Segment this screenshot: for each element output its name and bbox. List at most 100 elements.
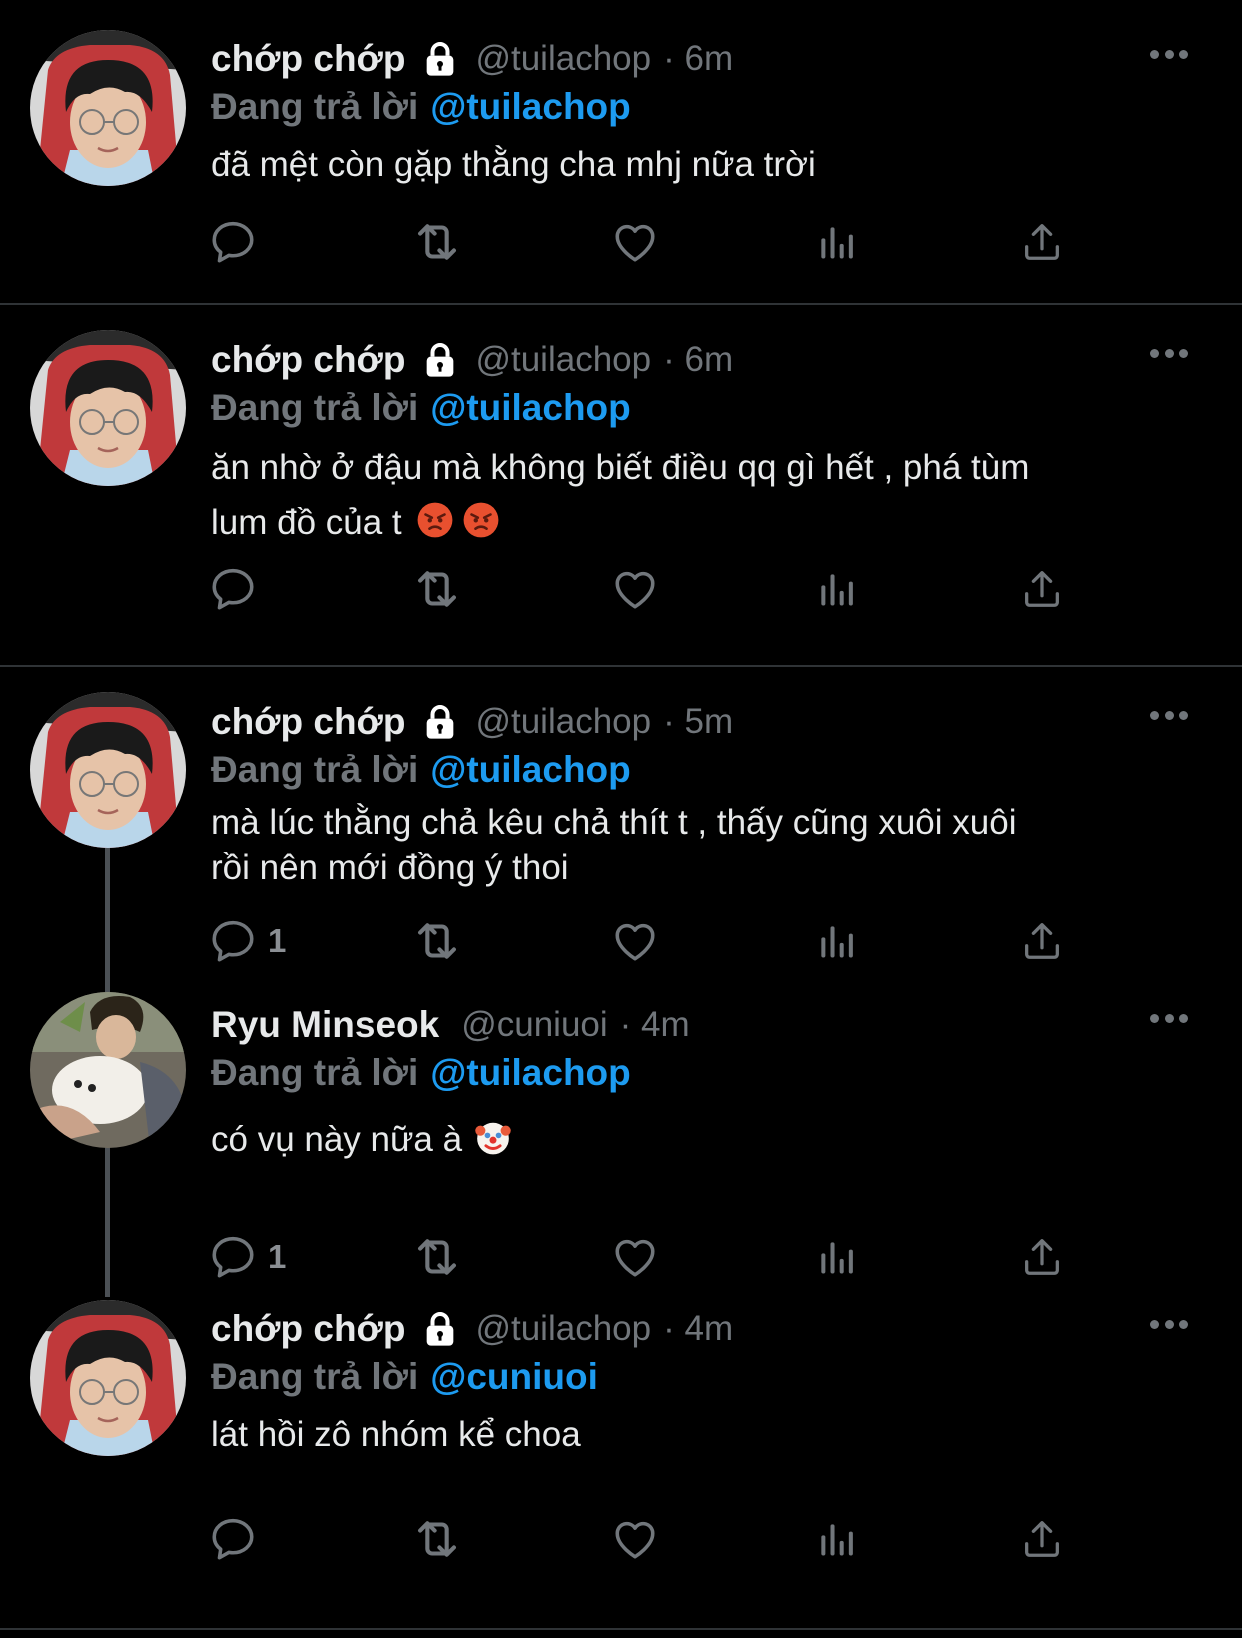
avatar[interactable] (30, 30, 186, 186)
timestamp[interactable]: · 4m (663, 1309, 733, 1349)
timestamp[interactable]: · 4m (620, 1005, 690, 1045)
angry-face-icon (416, 501, 454, 539)
display-name[interactable]: chớp chớp (211, 1308, 405, 1350)
tweet-text-line: rồi nên mới đồng ý thoi (211, 848, 569, 887)
tweet[interactable]: chớp chớp @tuilachop · 5m Đang trả lời @… (0, 667, 1242, 987)
reply-icon (208, 1232, 258, 1282)
tweet[interactable]: chớp chớp @tuilachop · 6m Đang trả lời @… (0, 305, 1242, 635)
reply-button[interactable] (208, 562, 258, 616)
reply-button[interactable]: 1 (208, 914, 286, 968)
more-options-icon[interactable] (1150, 1012, 1188, 1024)
tweet-text-line: mà lúc thằng chả kêu chả thít t , thấy c… (211, 803, 1017, 842)
display-name[interactable]: chớp chớp (211, 38, 405, 80)
replying-label: Đang trả lời (211, 1356, 419, 1397)
analytics-button[interactable] (814, 562, 858, 616)
like-icon (610, 564, 660, 614)
tweet-text: mà lúc thằng chả kêu chả thít t , thấy c… (211, 800, 1171, 890)
reply-mention-link[interactable]: @tuilachop (430, 1052, 631, 1094)
display-name[interactable]: chớp chớp (211, 701, 405, 743)
retweet-icon (408, 213, 466, 271)
reply-icon (208, 564, 258, 614)
reply-count: 1 (268, 1238, 287, 1275)
share-button[interactable] (1019, 562, 1065, 616)
user-handle[interactable]: @cuniuoi (461, 1005, 607, 1045)
timestamp[interactable]: · 5m (663, 702, 733, 742)
more-options-icon[interactable] (1150, 709, 1188, 721)
retweet-icon (408, 1228, 466, 1286)
reply-button[interactable] (208, 215, 258, 269)
clown-face-icon (474, 1118, 512, 1156)
tweet-text-segment: lum đồ của t (211, 503, 402, 542)
share-icon (1019, 1234, 1065, 1280)
reply-button[interactable] (208, 1512, 258, 1566)
retweet-button[interactable] (408, 914, 466, 968)
reply-mention-link[interactable]: @tuilachop (430, 86, 631, 128)
more-options-icon[interactable] (1150, 1318, 1188, 1330)
reply-mention-link[interactable]: @tuilachop (430, 749, 631, 791)
tweet[interactable]: Ryu Minseok @cuniuoi · 4m Đang trả lời @… (0, 992, 1242, 1292)
reply-mention-link[interactable]: @cuniuoi (430, 1356, 598, 1398)
like-icon (610, 916, 660, 966)
avatar[interactable] (30, 1300, 186, 1456)
analytics-button[interactable] (814, 1512, 858, 1566)
tweet-text: có vụ này nữa à (211, 1112, 1171, 1167)
user-handle[interactable]: @tuilachop (475, 340, 651, 380)
reply-button[interactable]: 1 (208, 1230, 286, 1284)
retweet-icon (408, 912, 466, 970)
tweet[interactable]: chớp chớp @tuilachop · 6m Đang trả lời @… (0, 0, 1242, 292)
user-handle[interactable]: @tuilachop (475, 1309, 651, 1349)
lock-icon (419, 39, 461, 79)
share-icon (1019, 566, 1065, 612)
like-button[interactable] (610, 1512, 660, 1566)
analytics-icon (814, 1235, 858, 1279)
like-button[interactable] (610, 215, 660, 269)
tweet-text: đã mệt còn gặp thằng cha mhj nữa trời (211, 145, 816, 184)
retweet-icon (408, 1510, 466, 1568)
tweet-text-segment: có vụ này nữa à (211, 1120, 463, 1159)
avatar[interactable] (30, 992, 186, 1148)
display-name[interactable]: chớp chớp (211, 339, 405, 381)
like-button[interactable] (610, 914, 660, 968)
analytics-icon (814, 1517, 858, 1561)
share-button[interactable] (1019, 215, 1065, 269)
analytics-icon (814, 567, 858, 611)
more-options-icon[interactable] (1150, 347, 1188, 359)
lock-icon (419, 340, 461, 380)
lock-icon (419, 702, 461, 742)
more-options-icon[interactable] (1150, 48, 1188, 60)
share-button[interactable] (1019, 1512, 1065, 1566)
lock-icon (419, 1309, 461, 1349)
analytics-icon (814, 220, 858, 264)
like-icon (610, 217, 660, 267)
replying-label: Đang trả lời (211, 1052, 419, 1093)
retweet-button[interactable] (408, 562, 466, 616)
tweet-text: lát hồi zô nhóm kể choa (211, 1415, 581, 1454)
replying-label: Đang trả lời (211, 749, 419, 790)
replying-label: Đang trả lời (211, 387, 419, 428)
share-button[interactable] (1019, 1230, 1065, 1284)
retweet-button[interactable] (408, 1230, 466, 1284)
avatar[interactable] (30, 330, 186, 486)
user-handle[interactable]: @tuilachop (475, 39, 651, 79)
like-button[interactable] (610, 562, 660, 616)
tweet[interactable]: chớp chớp @tuilachop · 4m Đang trả lời @… (0, 1300, 1242, 1630)
analytics-button[interactable] (814, 215, 858, 269)
avatar[interactable] (30, 692, 186, 848)
reply-count: 1 (268, 922, 287, 959)
angry-face-icon (462, 501, 500, 539)
retweet-button[interactable] (408, 1512, 466, 1566)
user-handle[interactable]: @tuilachop (475, 702, 651, 742)
analytics-button[interactable] (814, 1230, 858, 1284)
timestamp[interactable]: · 6m (663, 340, 733, 380)
share-button[interactable] (1019, 914, 1065, 968)
analytics-button[interactable] (814, 914, 858, 968)
tweet-text-line: lum đồ của t (211, 495, 1171, 550)
tweet-divider (0, 1628, 1242, 1630)
like-icon (610, 1514, 660, 1564)
timestamp[interactable]: · 6m (663, 39, 733, 79)
reply-mention-link[interactable]: @tuilachop (430, 387, 631, 429)
tweet-text: ăn nhờ ở đậu mà không biết điều qq gì hế… (211, 440, 1171, 550)
like-button[interactable] (610, 1230, 660, 1284)
display-name[interactable]: Ryu Minseok (211, 1004, 439, 1046)
retweet-button[interactable] (408, 215, 466, 269)
